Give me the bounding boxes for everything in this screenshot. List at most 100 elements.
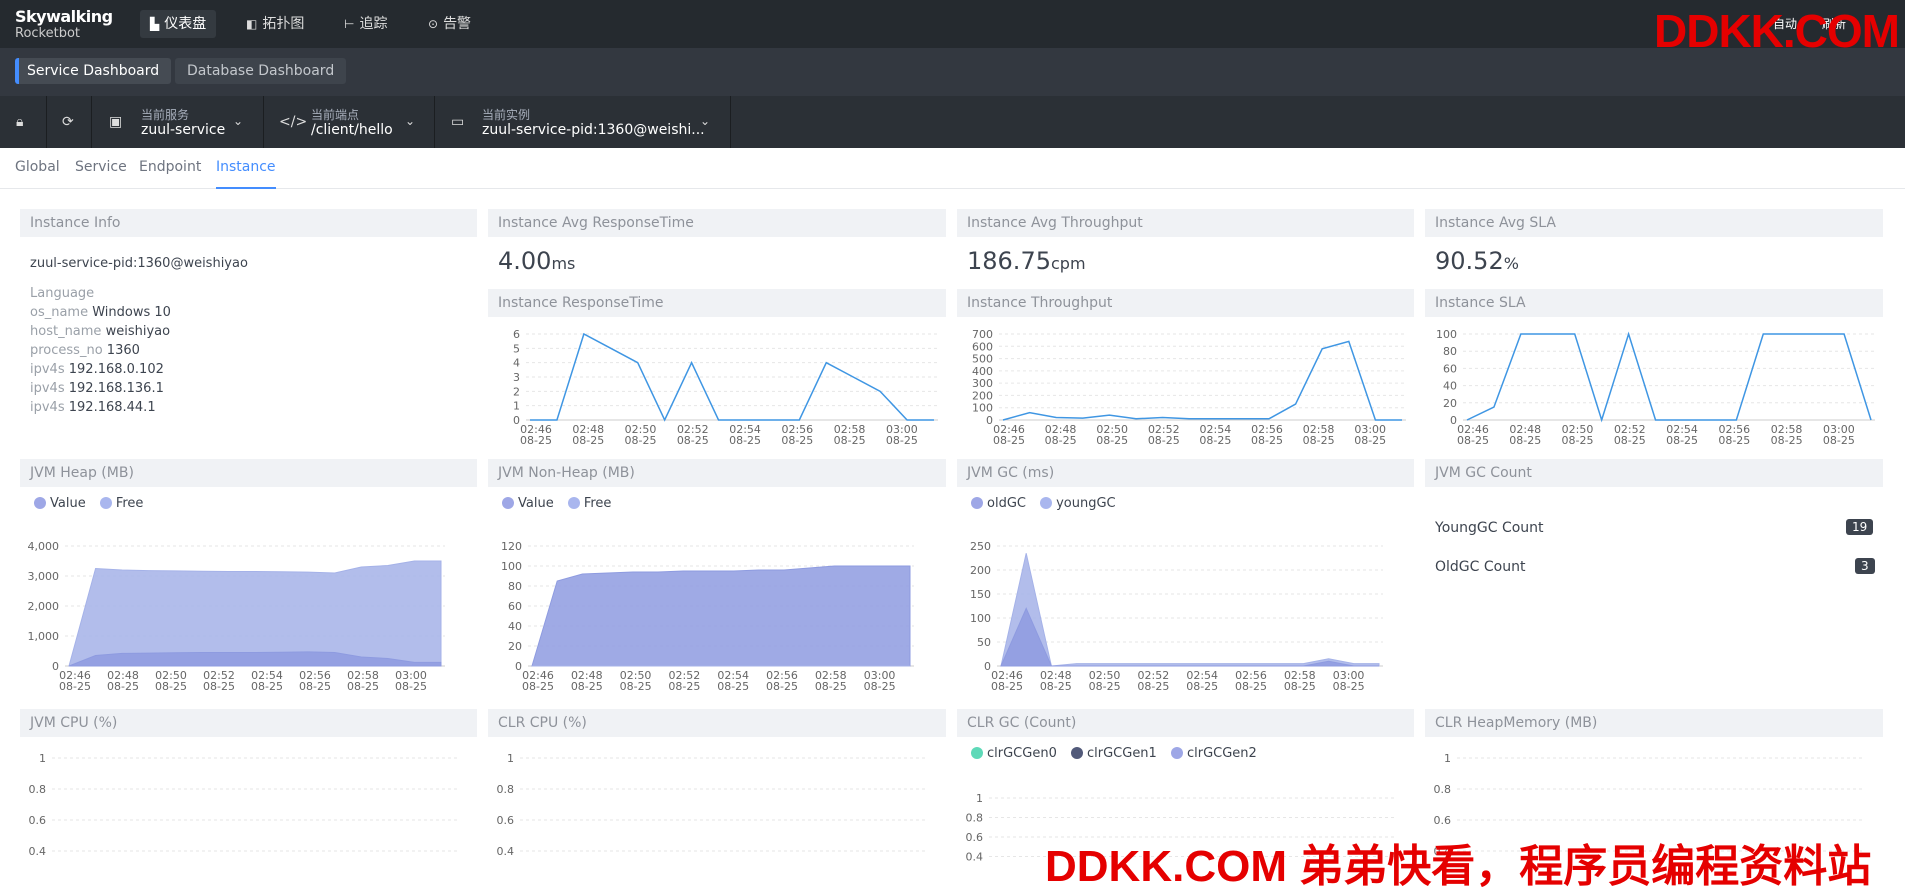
metric-number: 4.00 [498,247,552,275]
instance-selector-value: zuul-service-pid:1360@weishi... [482,122,705,138]
tab-database-dashboard[interactable]: Database Dashboard [175,58,347,84]
legend-item[interactable]: oldGC [971,496,1026,511]
metric-unit: % [1503,254,1519,273]
legend-label: youngGC [1056,496,1116,511]
chart-responsetime: 012345602:4608-2502:4808-2502:5008-2502:… [513,328,938,447]
series-area-Free [68,560,442,667]
nav-dashboard[interactable]: ▙ 仪表盘 [140,10,217,38]
panel-title: Instance Info [20,209,477,237]
x-tick-label: 08-25 [299,680,331,693]
legend-item[interactable]: Value [34,496,86,511]
y-tick-label: 2 [513,385,520,398]
top-navbar: Skywalking Rocketbot ▙ 仪表盘 ◧ 拓扑图 ⊢ 追踪 ⊙ 告警 自… [0,0,1905,48]
y-tick-label: 100 [1436,328,1457,341]
code-icon: </> [279,114,308,130]
x-tick-label: 08-25 [677,434,709,447]
y-tick-label: 20 [1443,397,1457,410]
metric-number: 186.75 [967,247,1051,275]
info-row: process_no 1360 [30,341,171,360]
chart-clr-cpu: 1 0.8 0.6 0.4 [497,752,928,858]
x-tick-label: 08-25 [203,680,235,693]
chevron-down-icon: ⌄ [233,114,244,128]
tab-instance[interactable]: Instance [216,159,276,189]
y-tick-label: 0.4 [29,845,47,858]
tab-service-dashboard[interactable]: Service Dashboard [15,58,172,84]
young-gc-label: YoungGC Count [1435,520,1544,536]
legend-item[interactable]: Free [99,496,143,511]
series-area-oldGC [1000,607,1379,667]
nav-label: 拓扑图 [262,16,305,32]
instance-name: zuul-service-pid:1360@weishiyao [30,256,248,271]
young-gc-badge: 19 [1846,519,1874,535]
reload-button[interactable]: ⟳ [46,96,92,148]
service-selector-label: 当前服务 [141,108,190,122]
chart-jvm-cpu: 1 0.8 0.6 0.4 [29,752,460,858]
legend-dot [971,747,983,759]
y-tick-label: 0.8 [497,783,515,796]
x-tick-label: 08-25 [1509,434,1541,447]
sub-tabs: Global Service Endpoint Instance [0,148,1905,189]
x-tick-label: 08-25 [834,434,866,447]
y-tick-label: 5 [513,342,520,355]
x-tick-label: 08-25 [522,680,554,693]
nav-trace[interactable]: ⊢ 追踪 [334,10,397,38]
instance-selector[interactable]: ▭ 当前实例 zuul-service-pid:1360@weishi... ⌄ [434,96,731,148]
legend-item[interactable]: clrGCGen0 [971,746,1057,761]
lock-icon: 🔒︎ [16,114,24,130]
x-tick-label: 08-25 [1718,434,1750,447]
y-tick-label: 0.4 [497,845,515,858]
panel-title: CLR GC (Count) [957,709,1414,737]
chevron-down-icon: ⌄ [700,114,711,128]
y-tick-label: 0 [515,660,522,673]
logo-subtitle: Rocketbot [15,26,81,41]
panel-title: Instance ResponseTime [488,289,946,317]
panel-title: JVM Non-Heap (MB) [488,459,946,487]
avg-responsetime-value: 4.00ms [498,247,575,275]
y-tick-label: 40 [1443,380,1457,393]
y-tick-label: 0 [513,414,520,427]
app-logo[interactable]: Skywalking Rocketbot [15,9,113,41]
chevron-down-icon: ⌄ [405,114,416,128]
legend-label: clrGCGen0 [987,746,1057,761]
legend-item[interactable]: Free [567,496,611,511]
lock-button[interactable]: 🔒︎ [0,96,47,148]
x-tick-label: 08-25 [1666,434,1698,447]
y-tick-label: 1 [513,400,520,413]
y-tick-label: 4 [513,357,520,370]
y-tick-label: 50 [977,636,991,649]
dashboard-bar: Service Dashboard Database Dashboard [0,48,1905,96]
tab-endpoint[interactable]: Endpoint [139,159,201,187]
instance-selector-label: 当前实例 [482,108,531,122]
info-key: ipv4s [30,362,65,377]
old-gc-label: OldGC Count [1435,559,1526,575]
nav-topology[interactable]: ◧ 拓扑图 [236,10,314,38]
info-row: os_name Windows 10 [30,303,171,322]
y-tick-label: 0.8 [29,783,47,796]
info-key: host_name [30,324,102,339]
legend-label: oldGC [987,496,1026,511]
endpoint-selector[interactable]: </> 当前端点 /client/hello ⌄ [263,96,435,148]
legend-dot [1070,747,1083,759]
panel-title: Instance Throughput [957,289,1414,317]
nav-alarm[interactable]: ⊙ 告警 [418,10,481,38]
tab-global[interactable]: Global [15,159,60,187]
x-tick-label: 08-25 [1823,434,1855,447]
service-selector[interactable]: ▣ 当前服务 zuul-service ⌄ [91,96,264,148]
panel-title: JVM Heap (MB) [20,459,477,487]
x-tick-label: 08-25 [1089,680,1121,693]
legend-item[interactable]: clrGCGen2 [1170,746,1257,761]
x-tick-label: 08-25 [1096,434,1128,447]
legend-item[interactable]: youngGC [1040,496,1116,511]
x-tick-label: 08-25 [1040,680,1072,693]
tab-service[interactable]: Service [75,159,127,187]
y-tick-label: 0 [1450,414,1457,427]
y-tick-label: 0.4 [966,851,984,864]
legend-item[interactable]: Value [502,496,554,511]
avg-sla-value: 90.52% [1435,247,1519,275]
x-tick-label: 08-25 [1303,434,1335,447]
legend-item[interactable]: clrGCGen1 [1070,746,1157,761]
info-value: 192.168.44.1 [68,400,156,415]
nav-label: 告警 [443,16,472,32]
y-tick-label: 0.6 [29,814,47,827]
chart-sla: 02040608010002:4608-2502:4808-2502:5008-… [1436,328,1875,447]
